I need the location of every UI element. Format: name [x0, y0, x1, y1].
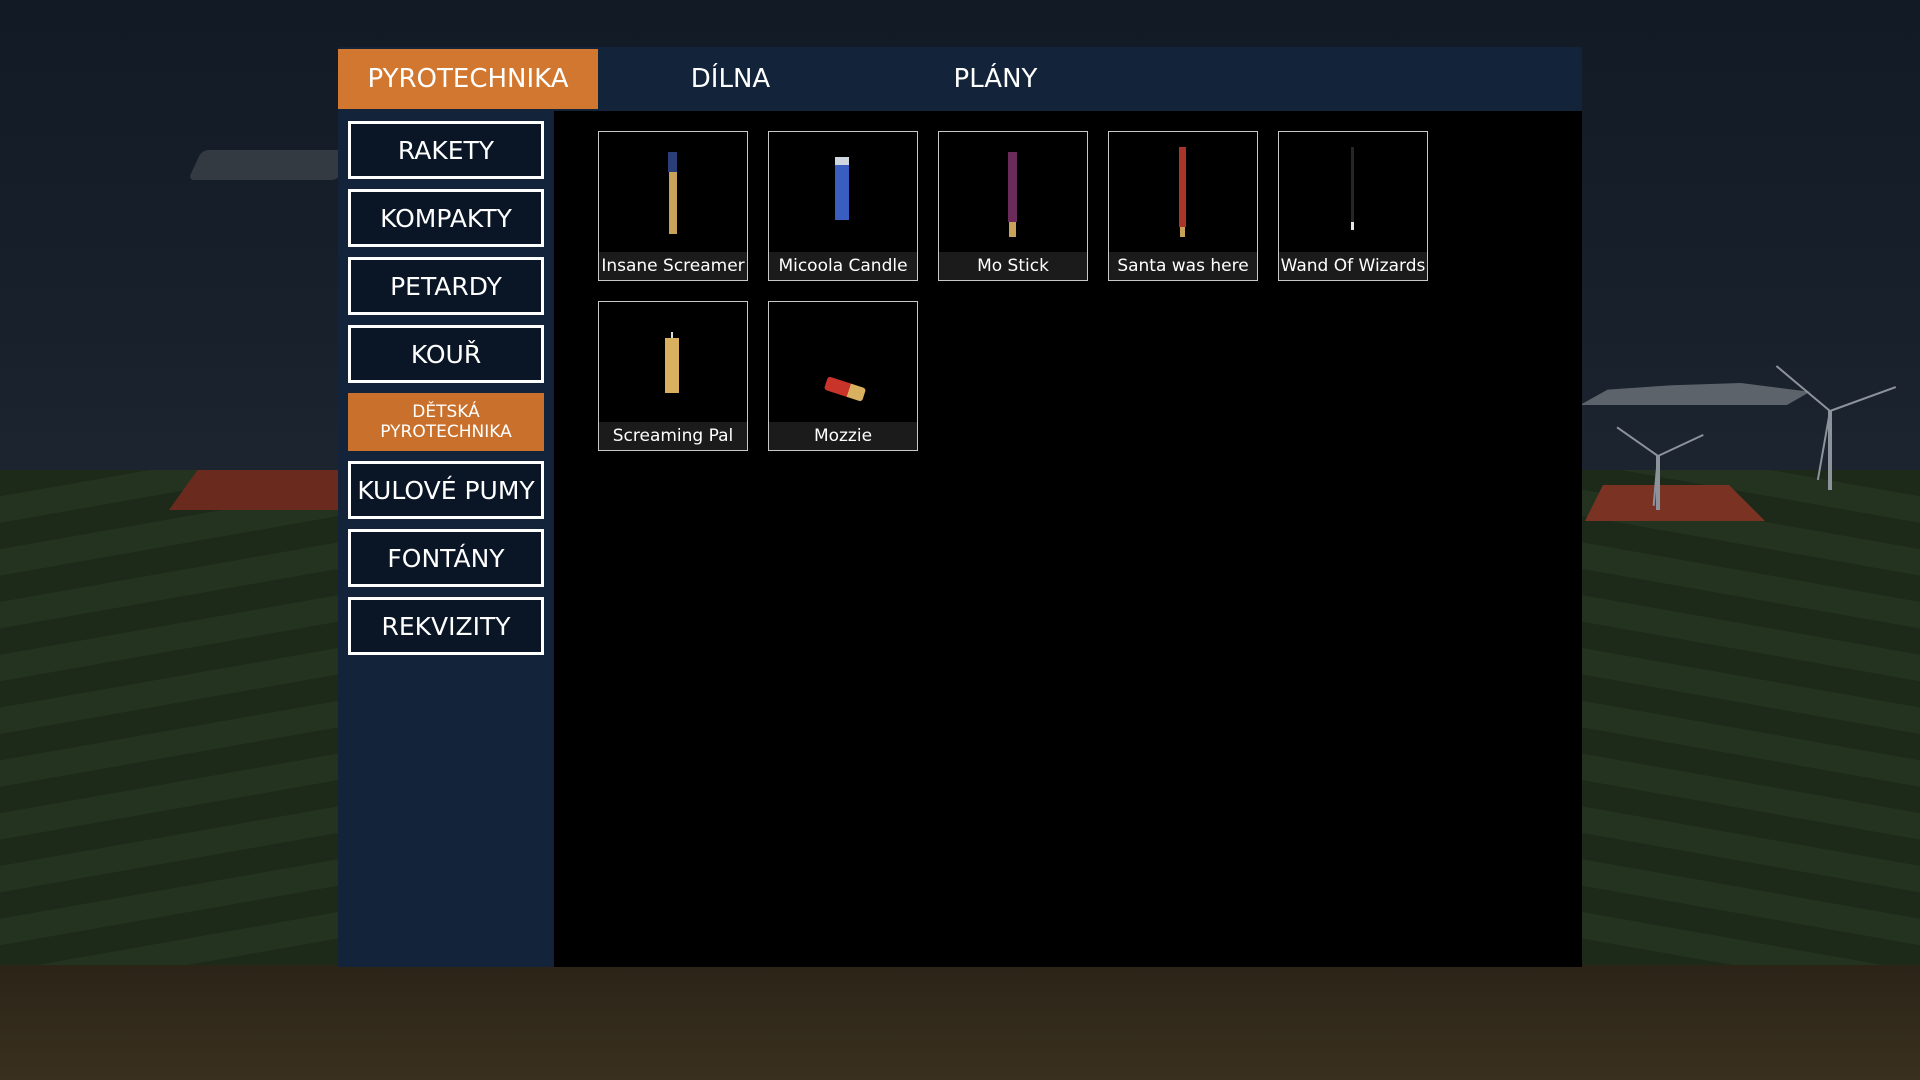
category-rekvizity-button[interactable]: REKVIZITY — [348, 597, 544, 655]
item-card[interactable]: Insane Screamer — [598, 131, 748, 281]
tab-plany[interactable]: PLÁNY — [863, 49, 1128, 109]
crop-field — [0, 470, 340, 1030]
category-petardy-button[interactable]: PETARDY — [348, 257, 544, 315]
item-name: Mo Stick — [939, 252, 1087, 280]
candle-icon — [769, 132, 917, 252]
item-name: Santa was here — [1109, 252, 1257, 280]
sparkler-icon — [1279, 132, 1427, 252]
tab-dilna[interactable]: DÍLNA — [598, 49, 863, 109]
category-kompakty-button[interactable]: KOMPAKTY — [348, 189, 544, 247]
item-grid: Insane Screamer Micoola Candle Mo Stick … — [554, 111, 1582, 967]
item-card[interactable]: Screaming Pal — [598, 301, 748, 451]
item-name: Insane Screamer — [599, 252, 747, 280]
crop-field — [1580, 470, 1920, 1030]
firework-stick-icon — [1109, 132, 1257, 252]
wind-turbine — [1775, 365, 1897, 490]
item-card[interactable]: Micoola Candle — [768, 131, 918, 281]
item-card[interactable]: Santa was here — [1108, 131, 1258, 281]
category-sidebar: RAKETY KOMPAKTY PETARDY KOUŘ DĚTSKÁ PYRO… — [338, 111, 554, 967]
candle-icon — [599, 302, 747, 422]
category-kulove-pumy-button[interactable]: KULOVÉ PUMY — [348, 461, 544, 519]
item-name: Mozzie — [769, 422, 917, 450]
category-rakety-button[interactable]: RAKETY — [348, 121, 544, 179]
item-card[interactable]: Mozzie — [768, 301, 918, 451]
category-kour-button[interactable]: KOUŘ — [348, 325, 544, 383]
tab-pyrotechnika[interactable]: PYROTECHNIKA — [338, 49, 598, 109]
cloud — [188, 150, 352, 180]
item-card[interactable]: Wand Of Wizards — [1278, 131, 1428, 281]
item-name: Wand Of Wizards — [1279, 252, 1427, 280]
wind-turbine — [1616, 426, 1704, 510]
firecracker-icon — [769, 302, 917, 422]
firework-stick-icon — [939, 132, 1087, 252]
ground — [0, 965, 1920, 1080]
firework-stick-icon — [599, 132, 747, 252]
category-detska-pyrotechnika-button[interactable]: DĚTSKÁ PYROTECHNIKA — [348, 393, 544, 451]
shop-panel: PYROTECHNIKA DÍLNA PLÁNY RAKETY KOMPAKTY… — [338, 47, 1582, 967]
tab-bar: PYROTECHNIKA DÍLNA PLÁNY — [338, 47, 1582, 111]
item-card[interactable]: Mo Stick — [938, 131, 1088, 281]
cloud — [1580, 383, 1810, 405]
category-fontany-button[interactable]: FONTÁNY — [348, 529, 544, 587]
item-name: Micoola Candle — [769, 252, 917, 280]
item-name: Screaming Pal — [599, 422, 747, 450]
